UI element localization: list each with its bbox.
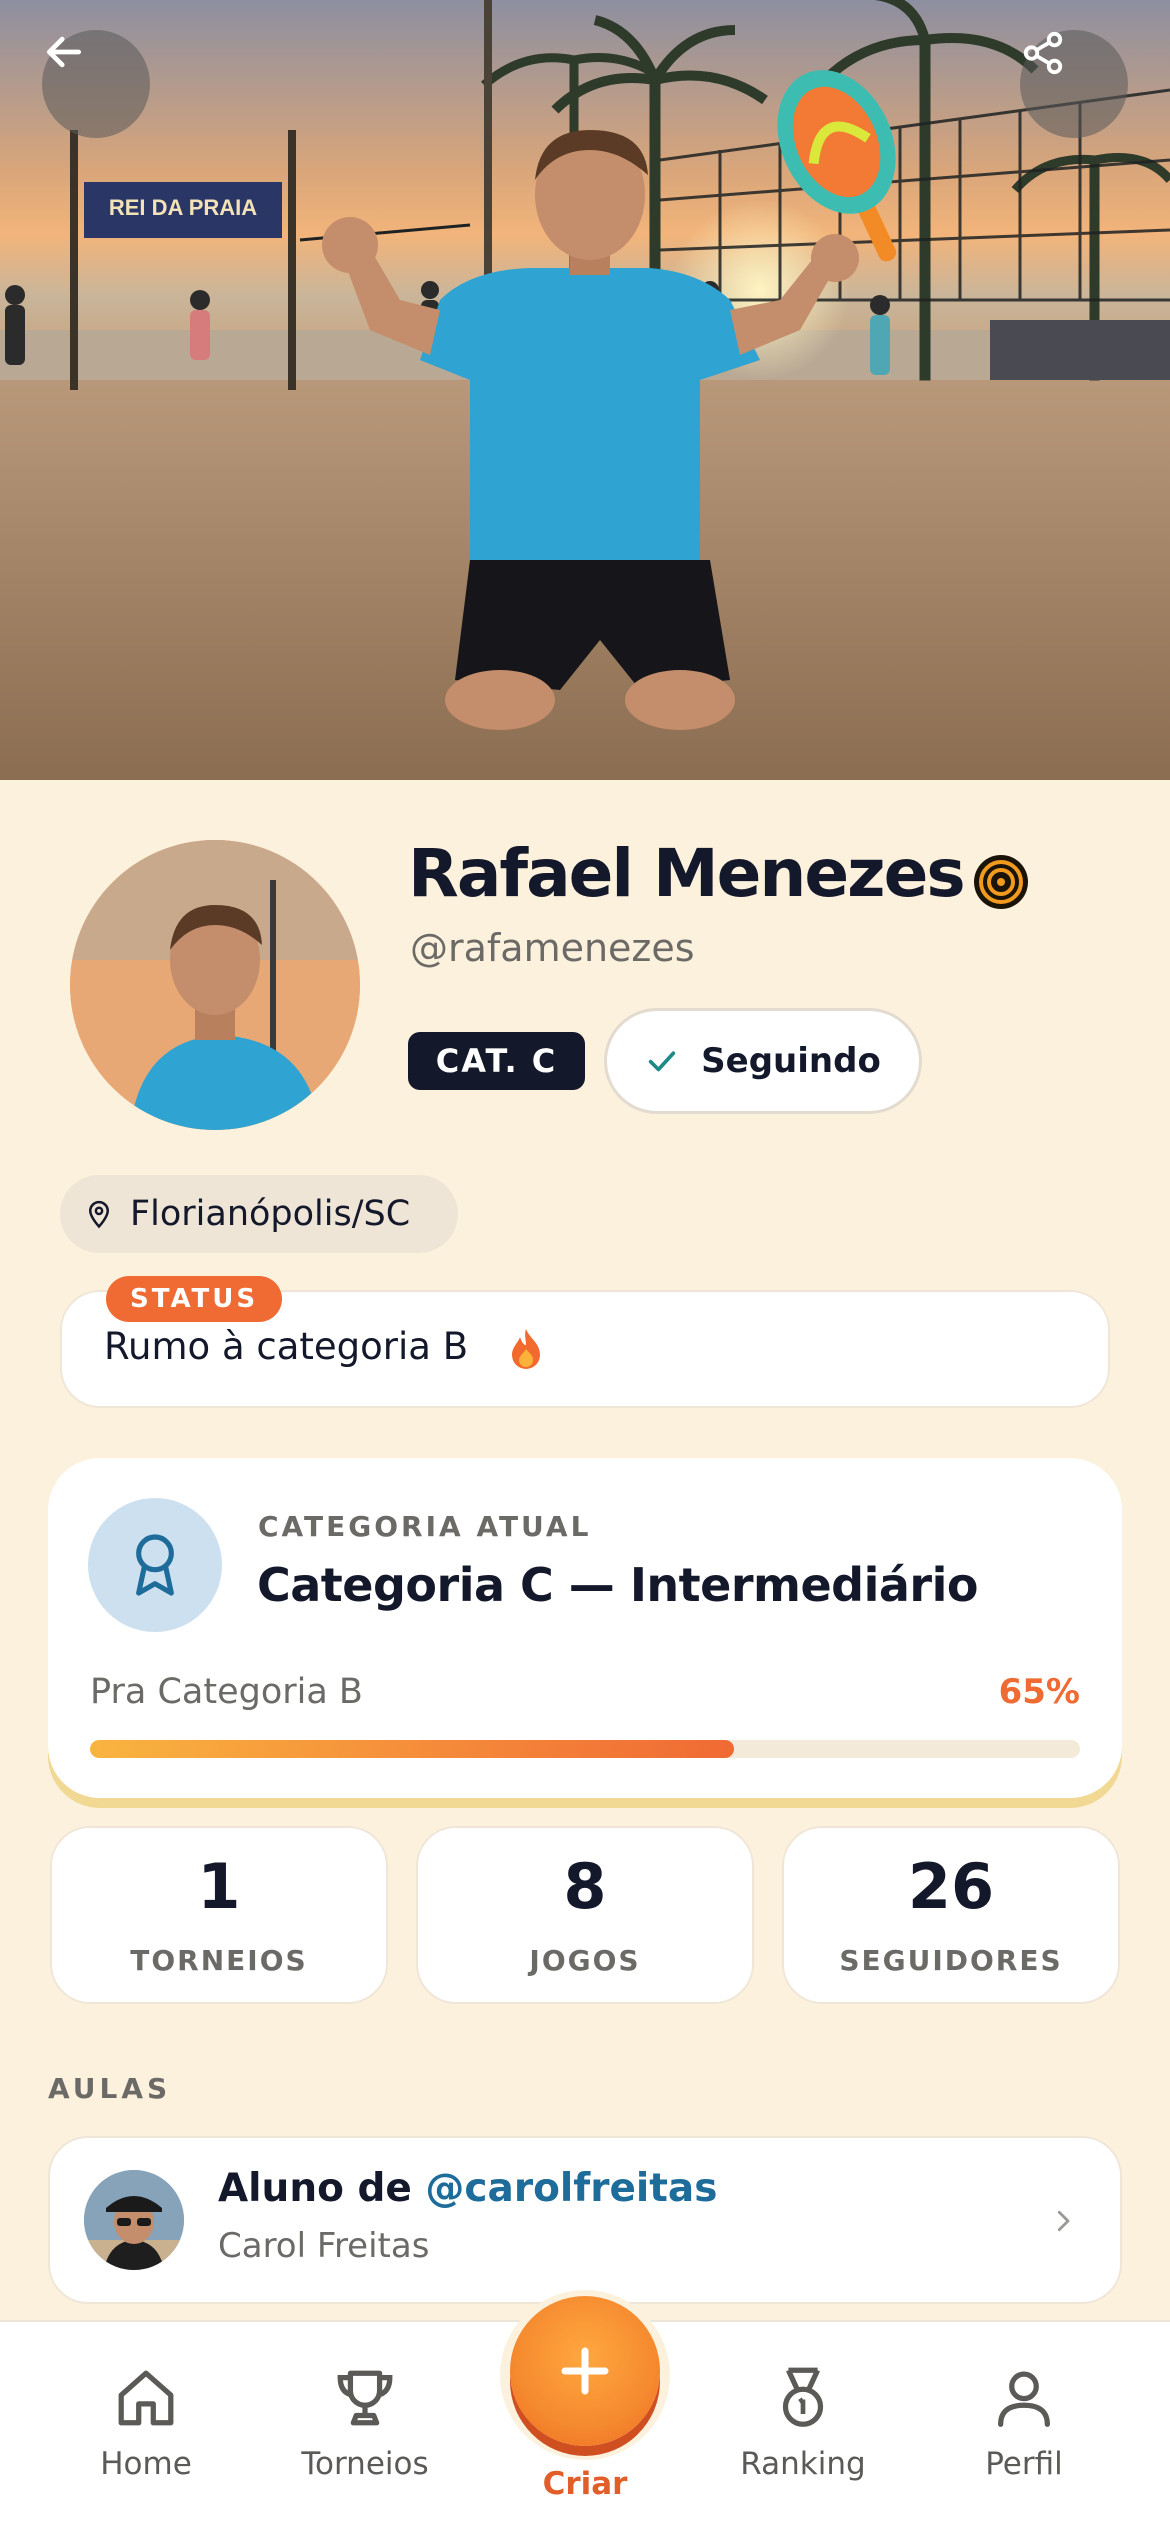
stat-torneios[interactable]: 1 TORNEIOS [50,1826,388,2004]
current-category-label: CATEGORIA ATUAL [258,1510,592,1543]
location-chip: Florianópolis/SC [60,1175,458,1253]
section-title-aulas: AULAS [48,2072,172,2105]
teacher-avatar [84,2170,184,2270]
teacher-avatar-image [84,2170,184,2270]
teacher-name: Carol Freitas [218,2226,430,2266]
medal-icon [782,2367,824,2427]
create-label: Criar [542,2466,628,2502]
plus-icon [561,2347,609,2395]
chevron-right-icon [1057,2210,1070,2232]
map-pin-icon [88,1200,110,1229]
beach-scene-illustration: REI DA PRAIA [0,0,1170,780]
fire-icon [512,1329,540,1369]
banner-text: REI DA PRAIA [109,195,257,220]
teacher-card[interactable] [48,2136,1122,2304]
check-icon [648,1051,676,1072]
nav-label: Ranking [740,2446,866,2482]
stat-label: JOGOS [529,1944,641,1977]
share-icon [1023,31,1063,75]
current-category-title: Categoria C — Intermediário [257,1558,978,1612]
following-button[interactable]: Seguindo [604,1008,922,1114]
award-badge [88,1498,222,1632]
user-icon [998,2371,1050,2427]
share-button[interactable] [1020,30,1128,138]
stat-value: 26 [907,1850,995,1923]
category-chip: CAT. C [408,1032,585,1090]
following-label: Seguindo [701,1041,881,1081]
profile-avatar[interactable] [70,840,360,1130]
stat-value: 1 [197,1850,241,1923]
stat-jogos[interactable]: 8 JOGOS [416,1826,754,2004]
home-icon [118,2370,174,2426]
nav-torneios[interactable]: Torneios [265,2360,465,2482]
arrow-left-icon [46,36,82,68]
status-tag: STATUS [106,1276,283,1322]
create-button[interactable] [510,2296,660,2446]
nav-perfil[interactable]: Perfil [924,2360,1124,2482]
progress-label: Pra Categoria B [90,1672,363,1712]
progress-fill [90,1740,734,1758]
avatar-image [70,840,360,1130]
award-ribbon-icon [136,1534,174,1596]
status-text: Rumo à categoria B [104,1325,469,1368]
back-button[interactable] [42,30,150,138]
progress-bar [90,1740,1080,1758]
nav-label: Home [100,2446,192,2482]
progress-percent: 65% [998,1672,1080,1712]
nav-ranking[interactable]: Ranking [703,2360,903,2482]
teacher-prefix: Aluno de [218,2166,412,2211]
hero-photo: REI DA PRAIA [0,0,1170,780]
nav-label: Perfil [985,2446,1063,2482]
location-label: Florianópolis/SC [130,1194,411,1234]
stat-seguidores[interactable]: 26 SEGUIDORES [782,1826,1120,2004]
spiral-badge-icon [974,855,1028,909]
nav-home[interactable]: Home [46,2360,246,2482]
trophy-icon [337,2370,393,2426]
profile-name: Rafael Menezes [408,835,966,912]
stat-value: 8 [563,1850,607,1923]
teacher-title: Aluno de @carolfreitas [218,2166,717,2211]
stat-label: TORNEIOS [130,1944,308,1977]
nav-label: Torneios [301,2446,429,2482]
stat-label: SEGUIDORES [839,1944,1063,1977]
profile-handle: @rafamenezes [410,926,695,970]
teacher-handle-link[interactable]: @carolfreitas [425,2166,717,2211]
